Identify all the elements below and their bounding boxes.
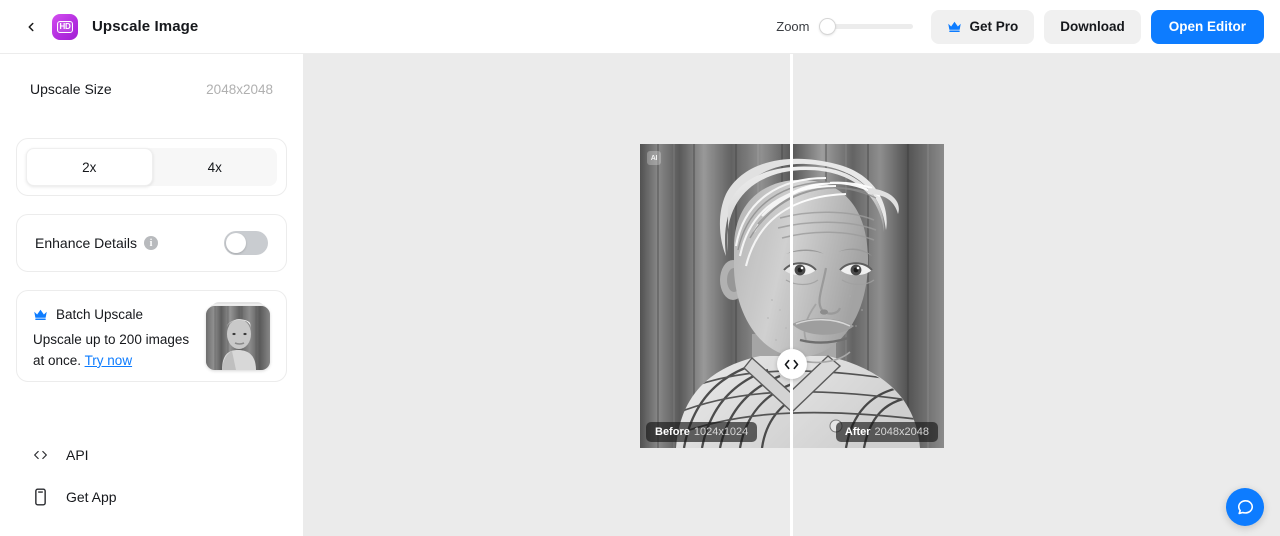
download-button[interactable]: Download xyxy=(1044,9,1141,44)
enhance-details-left: Enhance Details i xyxy=(35,235,158,251)
sidebar-item-api-label: API xyxy=(66,447,89,463)
after-value: 2048x2048 xyxy=(874,426,929,438)
hd-app-icon: HD xyxy=(52,13,78,40)
sidebar-item-get-app[interactable]: Get App xyxy=(30,476,273,518)
try-now-link[interactable]: Try now xyxy=(85,353,133,368)
image-compare-canvas[interactable]: AI Before 1024x1024 After 2048x2048 xyxy=(303,54,1280,536)
chat-bubble-icon xyxy=(1237,499,1253,514)
app-body: Upscale Size 2048x2048 2x 4x Enhance Det… xyxy=(0,54,1280,536)
before-label-pill: Before 1024x1024 xyxy=(646,422,758,442)
get-pro-button[interactable]: Get Pro xyxy=(931,9,1035,44)
app-header: HD Upscale Image Zoom Get Pro Download O… xyxy=(0,0,1280,54)
compare-slider-handle-icon xyxy=(784,359,799,369)
open-editor-label: Open Editor xyxy=(1168,19,1246,34)
sidebar-bottom-links: API Get App xyxy=(16,434,287,536)
batch-upscale-text: Batch Upscale Upscale up to 200 images a… xyxy=(33,305,193,372)
upscale-size-value: 2048x2048 xyxy=(206,81,273,97)
zoom-label: Zoom xyxy=(776,19,810,34)
scale-option-4x[interactable]: 4x xyxy=(153,148,278,186)
sidebar-item-get-app-label: Get App xyxy=(66,489,117,505)
scale-option-2x[interactable]: 2x xyxy=(26,148,153,186)
portrait-thumbnail-image xyxy=(206,306,270,370)
download-label: Download xyxy=(1060,19,1125,34)
scale-factor-segmented-control: 2x 4x xyxy=(26,148,277,186)
enhance-details-card: Enhance Details i xyxy=(16,214,287,272)
after-label-pill: After 2048x2048 xyxy=(835,422,938,442)
crown-icon xyxy=(34,309,47,320)
toggle-knob xyxy=(226,233,246,253)
sidebar-item-api[interactable]: API xyxy=(30,434,273,476)
batch-upscale-description: Upscale up to 200 images at once. Try no… xyxy=(33,330,193,372)
upscale-size-row: Upscale Size 2048x2048 xyxy=(16,54,287,106)
batch-upscale-title-row: Batch Upscale xyxy=(33,307,193,322)
phone-icon xyxy=(30,488,50,506)
upscale-size-label: Upscale Size xyxy=(30,81,112,97)
ai-watermark-badge: AI xyxy=(647,151,661,165)
zoom-slider-thumb[interactable] xyxy=(819,18,837,35)
enhance-details-label: Enhance Details xyxy=(35,235,137,251)
batch-upscale-thumbnail xyxy=(206,306,270,370)
before-label: Before xyxy=(655,426,690,438)
zoom-slider[interactable] xyxy=(819,18,914,36)
crown-icon xyxy=(948,21,962,32)
back-button[interactable] xyxy=(18,14,44,40)
compare-slider-handle[interactable] xyxy=(776,349,807,379)
batch-upscale-thumbnail-stack xyxy=(206,302,270,370)
batch-upscale-card[interactable]: Batch Upscale Upscale up to 200 images a… xyxy=(16,290,287,382)
enhance-details-toggle[interactable] xyxy=(224,231,268,255)
compare-divider-line xyxy=(790,54,793,536)
header-actions: Zoom Get Pro Download Open Editor xyxy=(776,9,1264,44)
chevron-left-icon xyxy=(28,22,34,31)
info-icon[interactable]: i xyxy=(143,236,158,250)
before-value: 1024x1024 xyxy=(693,426,749,438)
settings-sidebar: Upscale Size 2048x2048 2x 4x Enhance Det… xyxy=(0,54,303,536)
support-chat-button[interactable] xyxy=(1226,488,1264,526)
page-title: Upscale Image xyxy=(92,18,199,35)
get-pro-label: Get Pro xyxy=(969,19,1019,34)
after-label: After xyxy=(844,426,871,438)
batch-description-line1: Upscale up to 200 xyxy=(33,332,142,347)
scale-factor-card: 2x 4x xyxy=(16,138,287,196)
zoom-control: Zoom xyxy=(776,18,914,36)
hd-app-icon-label: HD xyxy=(56,20,74,33)
open-editor-button[interactable]: Open Editor xyxy=(1150,9,1264,44)
code-icon xyxy=(30,448,50,462)
batch-upscale-title: Batch Upscale xyxy=(56,307,144,322)
upscale-image-app: HD Upscale Image Zoom Get Pro Download O… xyxy=(0,0,1280,536)
